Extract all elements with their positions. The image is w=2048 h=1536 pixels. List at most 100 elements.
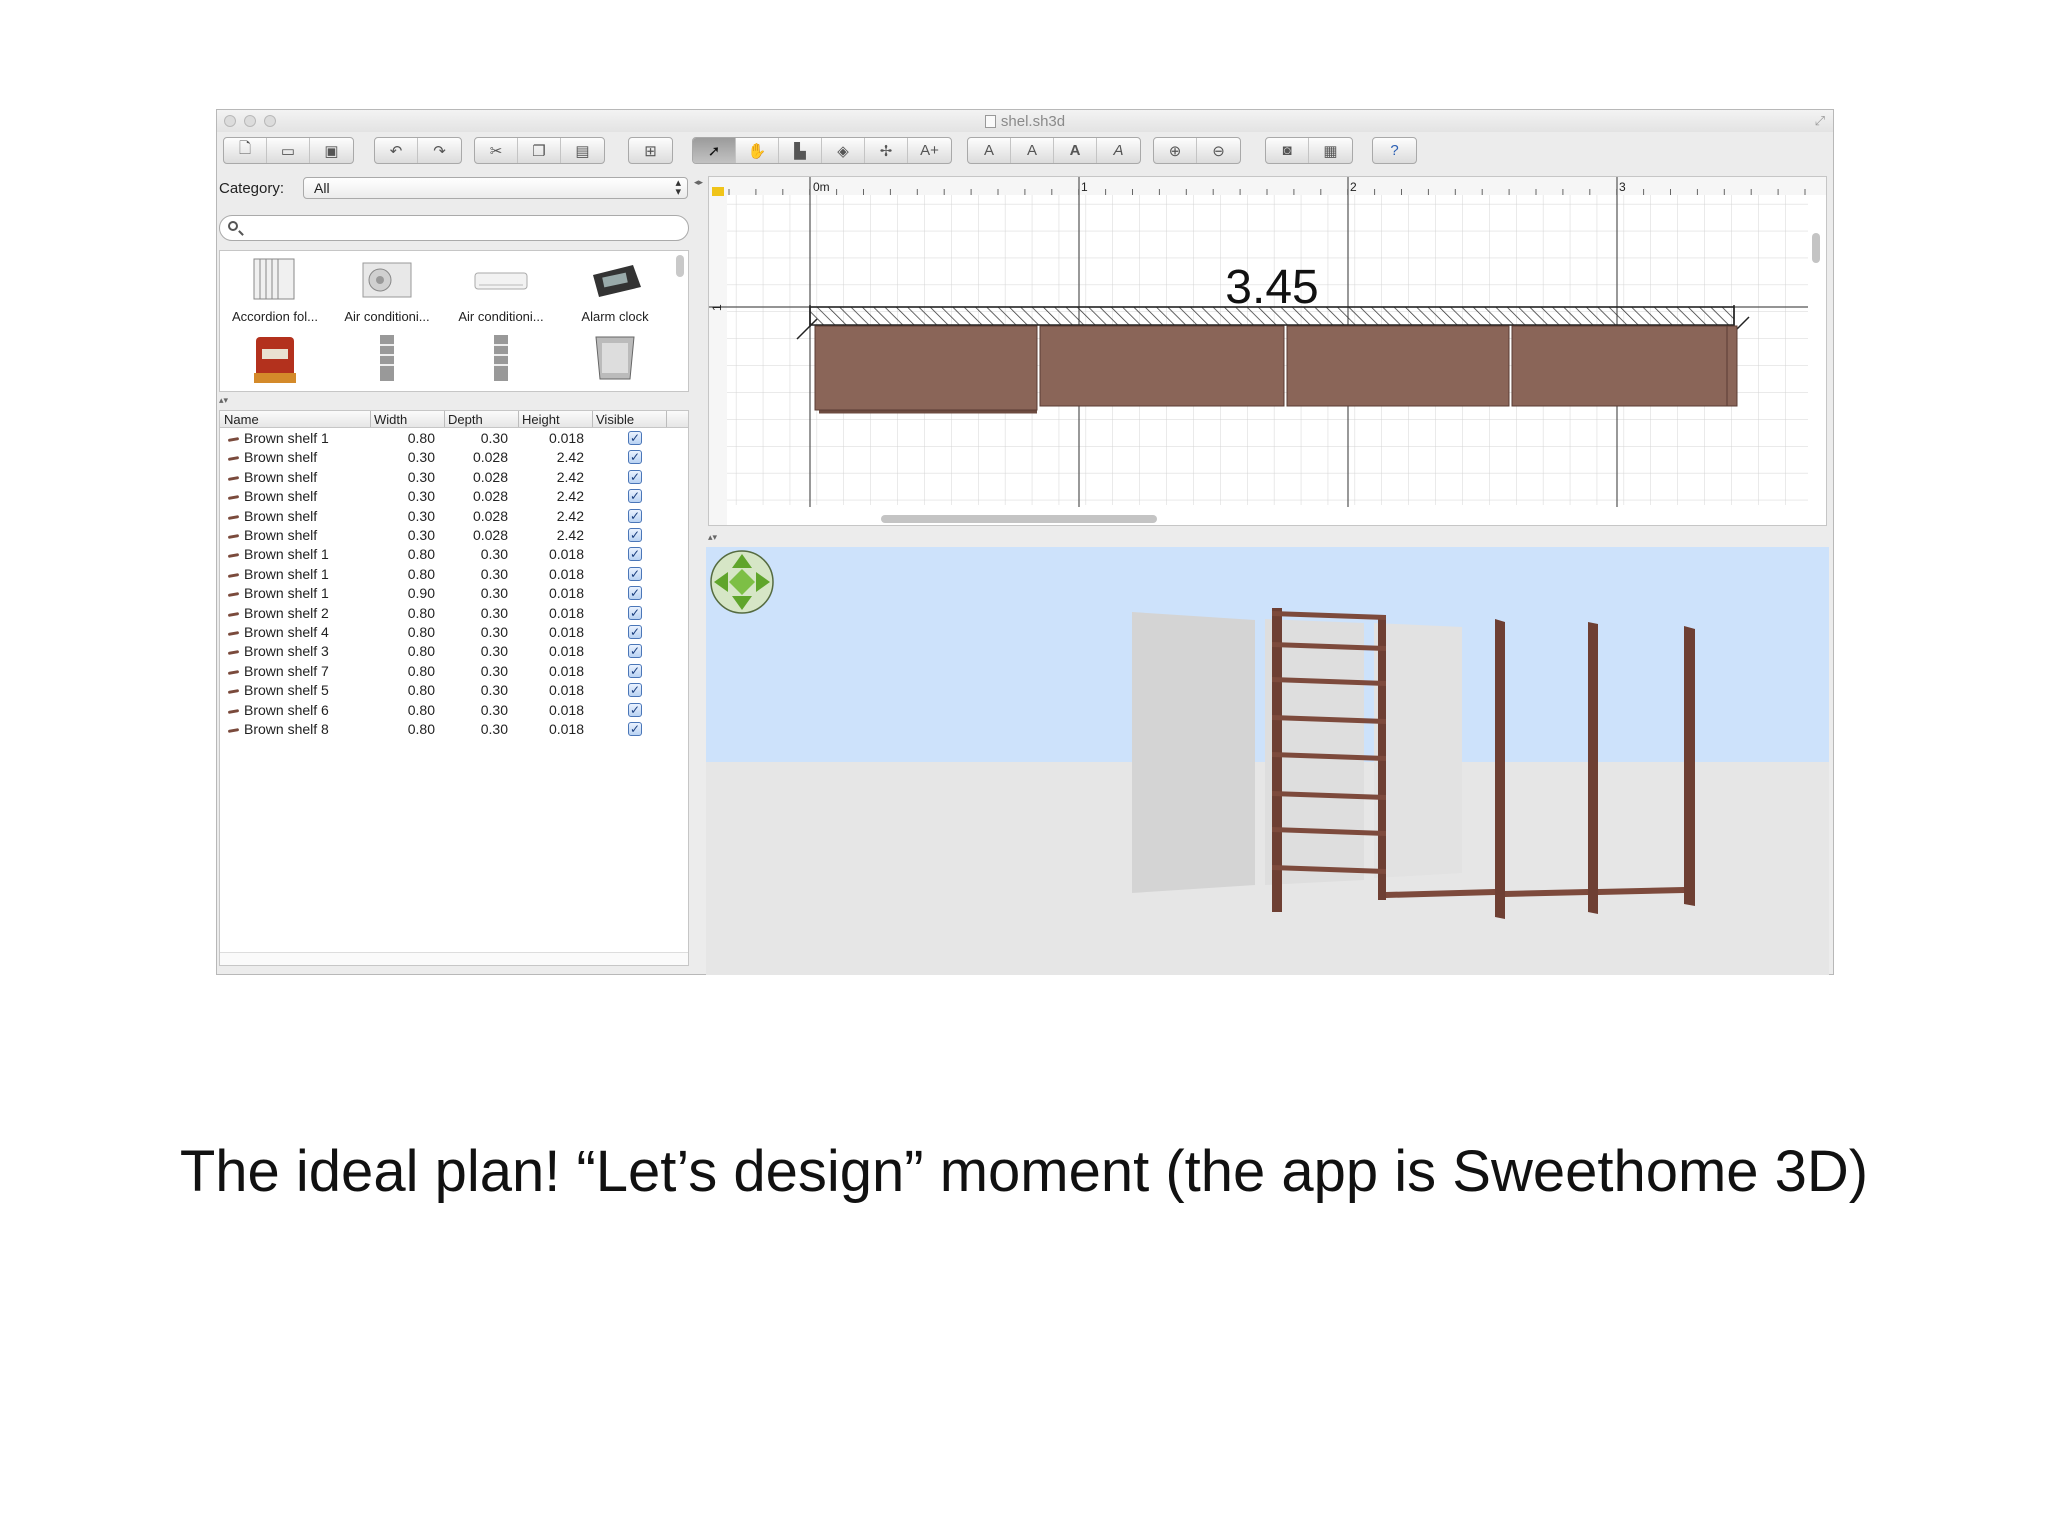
plan-vertical-scrollbar[interactable]: [1812, 233, 1820, 263]
visible-checkbox[interactable]: ✓: [628, 508, 642, 523]
column-header-name[interactable]: Name: [224, 412, 259, 427]
cut-icon[interactable]: ✂: [475, 138, 518, 163]
visible-checkbox[interactable]: ✓: [628, 528, 642, 542]
create-dimensions-icon[interactable]: ✢: [865, 138, 908, 163]
plan-horizontal-scrollbar[interactable]: [881, 515, 1157, 523]
shelf-side[interactable]: [1726, 325, 1738, 407]
bottom-shelf: [1598, 887, 1684, 895]
paste-icon[interactable]: ▤: [561, 138, 604, 163]
catalog-item[interactable]: [446, 333, 556, 387]
italic-text-icon[interactable]: A: [1097, 138, 1140, 163]
visible-checkbox[interactable]: ✓: [628, 605, 642, 620]
visible-checkbox[interactable]: ✓: [628, 566, 642, 581]
visible-checkbox[interactable]: ✓: [628, 644, 642, 659]
catalog-search-input[interactable]: [219, 215, 689, 241]
fullscreen-icon[interactable]: ⤢: [1815, 113, 1825, 129]
cell-width: 0.80: [407, 565, 435, 582]
cell-name: Brown shelf 6: [244, 701, 329, 718]
create-walls-icon[interactable]: ▙: [779, 138, 822, 163]
column-header-depth[interactable]: Depth: [448, 412, 483, 427]
shelf-unit[interactable]: [1286, 325, 1510, 407]
cell-width: 0.80: [407, 701, 435, 718]
catalog-item[interactable]: Air conditioni...: [332, 253, 442, 324]
visible-checkbox[interactable]: ✓: [628, 469, 642, 484]
undo-icon[interactable]: ↶: [375, 138, 418, 163]
catalog-item[interactable]: Alarm clock: [560, 253, 670, 324]
table-row[interactable]: Brown shelf 1 0.80 0.30 0.018 ✓: [220, 545, 688, 564]
catalog-item[interactable]: [560, 333, 670, 387]
visible-checkbox[interactable]: ✓: [628, 586, 642, 601]
table-row[interactable]: Brown shelf 7 0.80 0.30 0.018 ✓: [220, 662, 688, 681]
panel-splitter-arrows-icon[interactable]: ◂▸: [694, 177, 703, 188]
shelf-unit[interactable]: [814, 325, 1038, 411]
visible-checkbox[interactable]: ✓: [628, 663, 642, 678]
visible-checkbox[interactable]: ✓: [628, 683, 642, 698]
catalog-item[interactable]: [220, 333, 330, 387]
help-icon[interactable]: ?: [1373, 138, 1416, 163]
create-video-icon[interactable]: ▦: [1309, 138, 1352, 163]
table-row[interactable]: Brown shelf 1 0.90 0.30 0.018 ✓: [220, 584, 688, 603]
zoom-group: ⊕ ⊖: [1153, 137, 1241, 164]
select-icon[interactable]: ➚: [693, 138, 736, 163]
table-row[interactable]: Brown shelf 1 0.80 0.30 0.018 ✓: [220, 429, 688, 448]
plan-view[interactable]: 0m 1 2 3 1 3.45: [708, 176, 1827, 526]
column-header-visible[interactable]: Visible: [596, 412, 634, 427]
table-row[interactable]: Brown shelf 0.30 0.028 2.42 ✓: [220, 507, 688, 526]
visible-checkbox[interactable]: ✓: [628, 702, 642, 717]
pan-icon[interactable]: ✋: [736, 138, 779, 163]
splitter-arrows-icon[interactable]: ▴▾: [708, 532, 717, 543]
column-header-height[interactable]: Height: [522, 412, 560, 427]
zoom-in-icon[interactable]: ⊕: [1154, 138, 1197, 163]
shelf-post: [1588, 622, 1598, 914]
table-row[interactable]: Brown shelf 0.30 0.028 2.42 ✓: [220, 448, 688, 467]
create-rooms-icon[interactable]: ◈: [822, 138, 865, 163]
visible-checkbox[interactable]: ✓: [628, 489, 642, 504]
cell-name: Brown shelf 8: [244, 721, 329, 737]
shelf-unit[interactable]: [1511, 325, 1728, 407]
table-row[interactable]: Brown shelf 5 0.80 0.30 0.018 ✓: [220, 681, 688, 700]
table-row[interactable]: Brown shelf 1 0.80 0.30 0.018 ✓: [220, 565, 688, 584]
table-row[interactable]: Brown shelf 0.30 0.028 2.42 ✓: [220, 468, 688, 487]
zoom-out-icon[interactable]: ⊖: [1197, 138, 1240, 163]
table-horizontal-scrollbar[interactable]: [220, 952, 688, 965]
table-row[interactable]: Brown shelf 6 0.80 0.30 0.018 ✓: [220, 701, 688, 720]
open-icon[interactable]: ▭: [267, 138, 310, 163]
shelf-unit[interactable]: [1039, 325, 1285, 407]
bold-text-icon[interactable]: A: [1054, 138, 1097, 163]
category-select[interactable]: All ▴ ▾: [303, 177, 688, 199]
table-row[interactable]: Brown shelf 4 0.80 0.30 0.018 ✓: [220, 623, 688, 642]
table-row[interactable]: Brown shelf 0.30 0.028 2.42 ✓: [220, 487, 688, 506]
updown-arrow-icon: ▴ ▾: [675, 177, 681, 198]
column-header-width[interactable]: Width: [374, 412, 407, 427]
new-icon[interactable]: 🗋: [224, 138, 267, 163]
visible-checkbox[interactable]: ✓: [628, 431, 642, 445]
visible-checkbox[interactable]: ✓: [628, 625, 642, 639]
cell-depth: 0.30: [480, 585, 508, 602]
cell-height: 2.42: [556, 468, 584, 485]
table-row[interactable]: Brown shelf 3 0.80 0.30 0.018 ✓: [220, 642, 688, 661]
table-row[interactable]: Brown shelf 8 0.80 0.30 0.018 ✓: [220, 720, 688, 739]
catalog-item[interactable]: Accordion fol...: [220, 253, 330, 324]
visible-checkbox[interactable]: ✓: [628, 722, 642, 736]
add-text-icon[interactable]: A+: [908, 138, 951, 163]
catalog-scrollbar[interactable]: [676, 255, 684, 277]
decrease-text-icon[interactable]: A: [1011, 138, 1054, 163]
add-furniture-icon[interactable]: ⊞: [629, 138, 672, 163]
copy-icon[interactable]: ❐: [518, 138, 561, 163]
file-toolbar-group: 🗋 ▭ ▣: [223, 137, 354, 164]
catalog-item[interactable]: Air conditioni...: [446, 253, 556, 324]
create-photo-icon[interactable]: ◙: [1266, 138, 1309, 163]
table-row[interactable]: Brown shelf 2 0.80 0.30 0.018 ✓: [220, 604, 688, 623]
save-icon[interactable]: ▣: [310, 138, 353, 163]
catalog-item[interactable]: [332, 333, 442, 387]
navigation-arrows-icon[interactable]: [710, 550, 774, 614]
cell-height: 0.018: [548, 643, 584, 660]
visible-checkbox[interactable]: ✓: [628, 547, 642, 562]
increase-text-icon[interactable]: A: [968, 138, 1011, 163]
visible-checkbox[interactable]: ✓: [628, 450, 642, 465]
3d-view[interactable]: [706, 547, 1829, 975]
catalog-item-label: Air conditioni...: [458, 309, 544, 324]
splitter-arrows-icon[interactable]: ▴▾: [219, 395, 228, 406]
redo-icon[interactable]: ↷: [418, 138, 461, 163]
table-row[interactable]: Brown shelf 0.30 0.028 2.42 ✓: [220, 526, 688, 545]
